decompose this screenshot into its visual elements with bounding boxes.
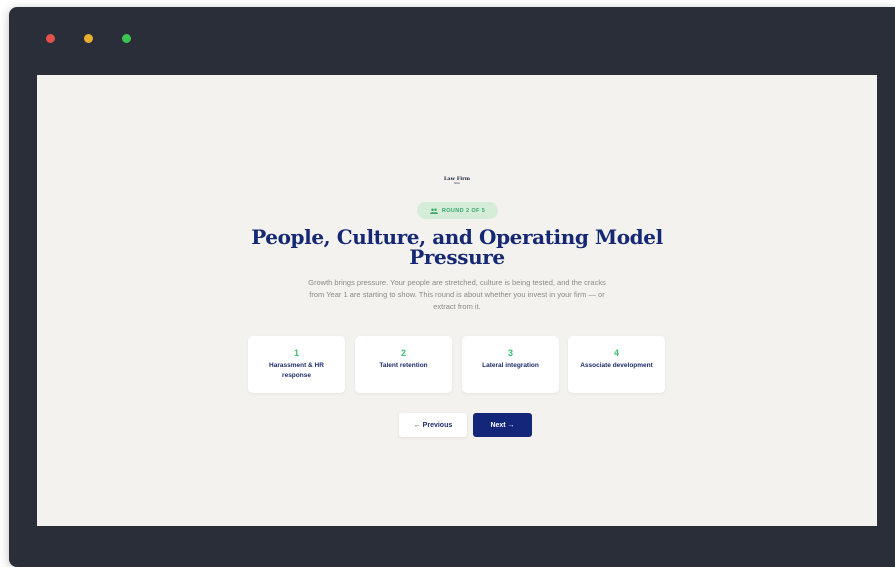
close-window-button[interactable] — [46, 34, 55, 43]
round-description: Growth brings pressure. Your people are … — [308, 278, 606, 311]
topic-label: Harassment & HR response — [269, 362, 324, 379]
topic-card-associate-development[interactable]: 4 Associate development — [568, 336, 665, 393]
minimize-window-button[interactable] — [84, 34, 93, 43]
topic-card-lateral-integration[interactable]: 3 Lateral integration — [462, 336, 559, 393]
people-icon — [429, 208, 438, 214]
topic-label: Talent retention — [379, 362, 428, 369]
logo-subtext: Sim — [454, 181, 460, 185]
topic-number: 2 — [400, 348, 406, 358]
maximize-window-button[interactable] — [122, 34, 131, 43]
topic-number: 3 — [507, 348, 513, 358]
topic-card-harassment[interactable]: 1 Harassment & HR response — [248, 336, 345, 393]
round-badge: ROUND 2 OF 5 — [417, 202, 498, 219]
previous-button[interactable]: ← Previous — [399, 413, 467, 437]
page-title: People, Culture, and Operating Model Pre… — [37, 227, 877, 267]
page-title-line-2: Pressure — [409, 245, 505, 269]
topic-number: 1 — [293, 348, 299, 358]
topic-number: 4 — [613, 348, 619, 358]
browser-window: Law Firm Sim ROUND 2 OF 5 People, Cultur… — [9, 7, 895, 567]
page-viewport: Law Firm Sim ROUND 2 OF 5 People, Cultur… — [37, 75, 877, 526]
brand-logo: Law Firm Sim — [37, 176, 877, 185]
topic-label: Associate development — [580, 362, 653, 369]
next-button[interactable]: Next → — [473, 413, 532, 437]
topic-card-talent-retention[interactable]: 2 Talent retention — [355, 336, 452, 393]
round-badge-text: ROUND 2 OF 5 — [441, 207, 486, 214]
topic-label: Lateral integration — [482, 362, 539, 369]
